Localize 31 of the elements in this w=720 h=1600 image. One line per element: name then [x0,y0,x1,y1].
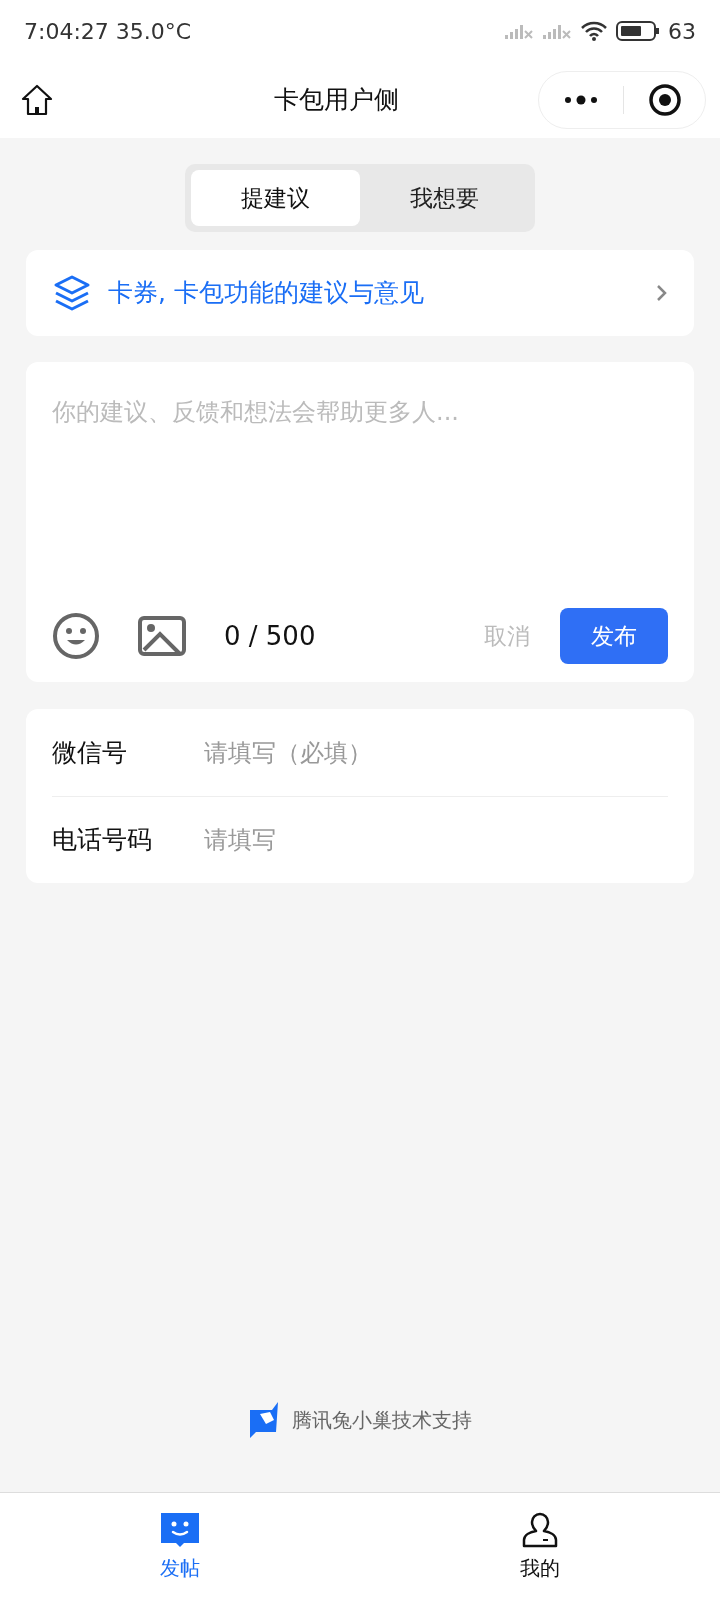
image-icon[interactable] [138,616,186,656]
battery-icon [616,20,660,42]
field-label: 电话号码 [52,824,153,857]
smiley-icon[interactable] [52,612,100,660]
layers-icon [52,273,92,313]
home-icon[interactable] [20,84,54,116]
signal-icon [542,22,572,40]
feedback-field[interactable]: 你的建议、反馈和想法会帮助更多人... [26,362,694,608]
user-icon [521,1511,559,1549]
more-icon[interactable] [563,94,599,106]
field-label: 微信号 [52,736,128,769]
input-field[interactable]: 请填写 [204,822,668,858]
logo-icon [248,1400,280,1440]
page-title: 卡包用户侧 [273,84,399,117]
nav-tab[interactable]: 我的 [360,1493,720,1600]
tab[interactable]: 我想要 [360,170,529,226]
chevron-right-icon [656,284,668,302]
status-time: 7:04:27 35.0°C [24,17,192,46]
topic-label: 卡券, 卡包功能的建议与意见 [108,277,425,310]
topic-link[interactable]: 卡券, 卡包功能的建议与意见 [26,250,694,336]
battery-level: 63 [668,17,696,46]
signal-icon [504,22,534,40]
chat-smile-icon [159,1511,201,1549]
wifi-icon [580,20,608,42]
nav-tab[interactable]: 发帖 [0,1493,360,1600]
tab[interactable]: 提建议 [191,170,360,226]
publish-button[interactable]: 发布 [560,608,668,664]
input-field[interactable]: 请填写（必填） [204,734,668,771]
footer-credit: 腾讯兔小巢技术支持 [292,1407,472,1434]
char-counter: 0 / 500 [224,619,317,653]
close-target-icon[interactable] [648,83,682,117]
